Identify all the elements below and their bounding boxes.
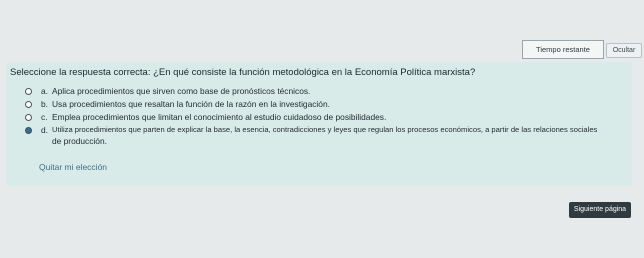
radio-c[interactable] <box>25 114 32 121</box>
radio-d-selected[interactable] <box>25 127 32 134</box>
next-page-button[interactable]: Siguiente página <box>569 202 631 218</box>
option-c-text: Emplea procedimientos que limitan el con… <box>52 112 387 122</box>
radio-b[interactable] <box>25 101 32 108</box>
timer-display: Tiempo restante 0:12:03 <box>522 40 604 71</box>
question-card: Seleccione la respuesta correcta: ¿En qu… <box>6 62 632 186</box>
hide-button-label: Ocultar <box>612 47 636 54</box>
next-page-label: Siguiente página <box>573 206 627 213</box>
option-a-text: Aplica procedimientos que sirven como ba… <box>52 86 311 96</box>
option-a-letter: a. <box>41 86 48 96</box>
option-b-text: Usa procedimientos que resaltan la funci… <box>52 99 330 109</box>
option-d-text-line2: de producción. <box>52 136 107 146</box>
hide-timer-button[interactable]: Ocultar <box>606 43 642 58</box>
clear-choice-link[interactable]: Quitar mi elección <box>39 162 107 172</box>
option-b-letter: b. <box>41 99 48 109</box>
question-prompt: Seleccione la respuesta correcta: ¿En qu… <box>10 67 476 78</box>
option-d-letter: d. <box>41 125 48 135</box>
option-d-text: Utiliza procedimientos que parten de exp… <box>52 125 598 134</box>
option-c-letter: c. <box>41 112 48 122</box>
radio-a[interactable] <box>25 88 32 95</box>
